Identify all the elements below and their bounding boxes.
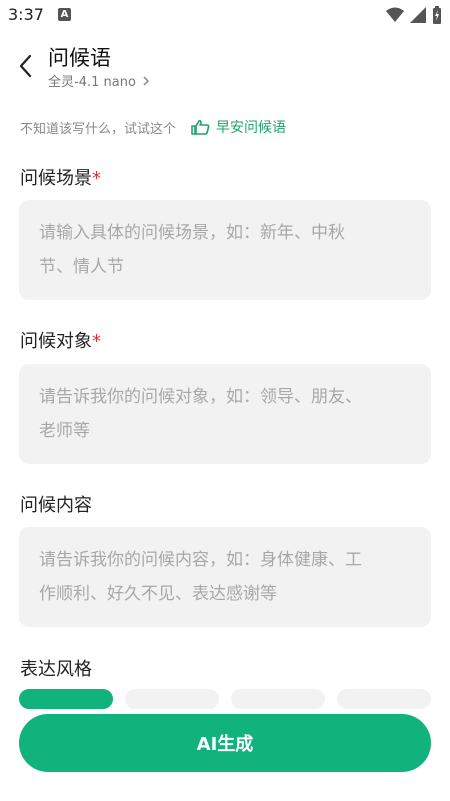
model-name: 全灵-4.1 nano xyxy=(48,75,136,90)
back-button[interactable] xyxy=(14,50,40,82)
field-label-style: 表达风格 xyxy=(20,659,92,680)
content-input[interactable]: 请告诉我你的问候内容，如：身体健康、工 作顺利、好久不见、表达感谢等 xyxy=(19,527,431,627)
status-bar: 3:37 A xyxy=(0,0,450,30)
system-icons xyxy=(386,5,442,25)
example-link-text: 早安问候语 xyxy=(216,120,287,136)
example-link[interactable]: 早安问候语 xyxy=(190,117,286,137)
style-option[interactable] xyxy=(231,689,325,709)
style-option[interactable] xyxy=(125,689,219,709)
content-placeholder-line2: 作顺利、好久不见、表达感谢等 xyxy=(39,584,277,604)
required-mark: * xyxy=(92,168,101,189)
content-placeholder-line1: 请告诉我你的问候内容，如：身体健康、工 xyxy=(39,550,362,570)
scene-placeholder-line1: 请输入具体的问候场景，如：新年、中秋 xyxy=(39,223,345,243)
recipient-placeholder-line2: 老师等 xyxy=(39,421,90,441)
hint-row: 不知道该写什么，试试这个 早安问候语 xyxy=(20,117,286,137)
scene-placeholder-line2: 节、情人节 xyxy=(39,257,124,277)
header: 问候语 全灵-4.1 nano xyxy=(0,36,450,96)
required-mark: * xyxy=(92,331,101,352)
style-option-selected[interactable] xyxy=(19,689,113,709)
model-selector[interactable]: 全灵-4.1 nano xyxy=(48,71,150,90)
style-options xyxy=(19,689,431,709)
scene-input[interactable]: 请输入具体的问候场景，如：新年、中秋 节、情人节 xyxy=(19,200,431,300)
field-label-scene: 问候场景* xyxy=(20,168,101,189)
style-option[interactable] xyxy=(337,689,431,709)
pointing-hand-icon xyxy=(191,119,210,135)
status-time: 3:37 xyxy=(8,5,44,24)
chevron-left-icon xyxy=(19,54,32,78)
hint-text: 不知道该写什么，试试这个 xyxy=(20,121,177,137)
wifi-icon xyxy=(386,7,404,22)
page-title: 问候语 xyxy=(48,46,111,70)
ai-generate-button[interactable]: AI生成 xyxy=(19,714,431,772)
chevron-right-icon xyxy=(143,75,149,86)
battery-charging-icon xyxy=(433,6,441,24)
notification-a-icon: A xyxy=(58,8,71,21)
recipient-placeholder-line1: 请告诉我你的问候对象，如：领导、朋友、 xyxy=(39,387,362,407)
cellular-signal-icon xyxy=(410,7,426,23)
recipient-input[interactable]: 请告诉我你的问候对象，如：领导、朋友、 老师等 xyxy=(19,364,431,464)
field-label-recipient: 问候对象* xyxy=(20,331,101,352)
field-label-content: 问候内容 xyxy=(20,495,92,516)
